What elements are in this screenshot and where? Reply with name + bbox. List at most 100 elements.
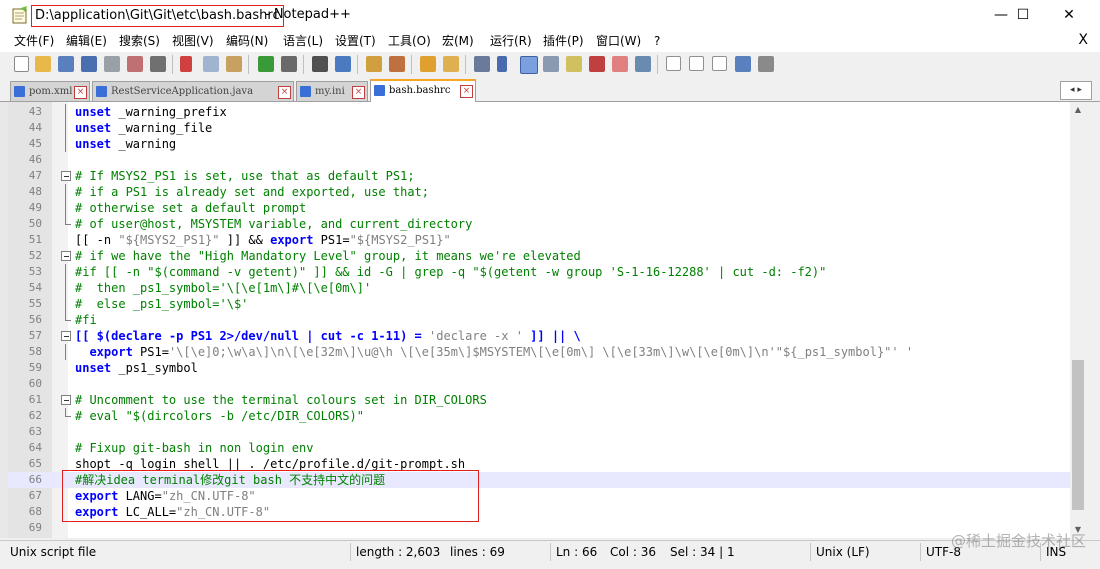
code-line[interactable]: 46 — [8, 152, 1070, 168]
menu-macro[interactable]: 宏(M) — [442, 33, 474, 49]
save-all-icon[interactable] — [81, 56, 97, 72]
print-icon[interactable] — [150, 56, 166, 72]
code-token: export — [270, 233, 314, 247]
code-line[interactable]: 65 shopt -q login_shell || . /etc/profile… — [8, 456, 1070, 472]
redo-icon[interactable] — [281, 56, 297, 72]
maximize-button[interactable]: ☐ — [1000, 0, 1046, 30]
menu-file[interactable]: 文件(F) — [14, 33, 54, 49]
code-line[interactable]: 63 — [8, 424, 1070, 440]
menu-encoding[interactable]: 编码(N) — [226, 33, 268, 49]
monitoring-icon[interactable] — [635, 56, 651, 72]
folder-as-workspace-icon[interactable] — [612, 56, 628, 72]
tab-rest-service-application[interactable]: RestServiceApplication.java × — [92, 81, 294, 101]
code-line[interactable]: 57 [[ $(declare -p PS1 2>/dev/null | cut … — [8, 328, 1070, 344]
fold-collapse-icon[interactable] — [61, 328, 71, 344]
code-line[interactable]: 51 [[ -n "${MSYS2_PS1}" ]] && export PS1=… — [8, 232, 1070, 248]
doc-map-icon[interactable] — [566, 56, 582, 72]
code-line[interactable]: 44 unset _warning_file — [8, 120, 1070, 136]
save-macro-icon[interactable] — [758, 56, 774, 72]
scrollbar-thumb[interactable] — [1072, 360, 1084, 510]
code-line[interactable]: 49 # otherwise set a default prompt — [8, 200, 1070, 216]
fold-line-marker — [61, 344, 71, 360]
line-number: 56 — [28, 313, 42, 326]
word-wrap-icon[interactable] — [474, 56, 490, 72]
menu-plugins[interactable]: 插件(P) — [543, 33, 584, 49]
menu-run[interactable]: 运行(R) — [490, 33, 532, 49]
menu-settings[interactable]: 设置(T) — [335, 33, 376, 49]
code-line[interactable]: 55 # else _ps1_symbol='\$' — [8, 296, 1070, 312]
code-line[interactable]: 64 # Fixup git-bash in non login env — [8, 440, 1070, 456]
tab-pom-xml[interactable]: pom.xml × — [10, 81, 90, 101]
code-token: "${MSYS2_PS1}" — [118, 233, 220, 247]
close-button[interactable]: ✕ — [1046, 0, 1092, 30]
code-line[interactable]: 48 # if a PS1 is already set and exported… — [8, 184, 1070, 200]
code-line[interactable]: 60 — [8, 376, 1070, 392]
code-line[interactable]: 47 # If MSYS2_PS1 is set, use that as def… — [8, 168, 1070, 184]
tab-close-icon[interactable]: × — [352, 86, 365, 99]
zoom-out-icon[interactable] — [389, 56, 405, 72]
menu-help[interactable]: ? — [654, 33, 660, 49]
code-line[interactable]: 59 unset _ps1_symbol — [8, 360, 1070, 376]
udl-icon[interactable] — [543, 56, 559, 72]
code-line[interactable]: 67 export LANG="zh_CN.UTF-8" — [8, 488, 1070, 504]
indent-guide-icon[interactable] — [520, 56, 538, 74]
line-text: #if [[ -n "$(command -v getent)" ]] && i… — [75, 264, 826, 280]
stop-macro-icon[interactable] — [689, 56, 704, 71]
play-macro-icon[interactable] — [712, 56, 727, 71]
find-icon[interactable] — [312, 56, 328, 72]
menu-language[interactable]: 语言(L) — [283, 33, 323, 49]
paste-icon[interactable] — [226, 56, 242, 72]
code-line[interactable]: 53 #if [[ -n "$(command -v getent)" ]] &&… — [8, 264, 1070, 280]
code-line[interactable]: 54 # then _ps1_symbol='\[\e[1m\]#\[\e[0m\… — [8, 280, 1070, 296]
menu-edit[interactable]: 编辑(E) — [66, 33, 107, 49]
code-line[interactable]: 66 #解决idea terminal修改git bash 不支持中文的问题 — [8, 472, 1070, 488]
cut-icon[interactable] — [180, 56, 192, 72]
tab-my-ini[interactable]: my.ini × — [296, 81, 368, 101]
open-file-icon[interactable] — [35, 56, 51, 72]
menu-view[interactable]: 视图(V) — [172, 33, 214, 49]
run-macro-multiple-icon[interactable] — [735, 56, 751, 72]
copy-icon[interactable] — [203, 56, 219, 72]
replace-icon[interactable] — [335, 56, 351, 72]
vertical-scrollbar[interactable]: ▲ ▼ — [1070, 102, 1086, 538]
code-line[interactable]: 69 — [8, 520, 1070, 536]
show-all-characters-icon[interactable] — [497, 56, 507, 72]
code-line[interactable]: 43 unset _warning_prefix — [8, 104, 1070, 120]
fold-collapse-icon[interactable] — [61, 168, 71, 184]
line-text: # otherwise set a default prompt — [75, 200, 306, 216]
tab-bash-bashrc[interactable]: bash.bashrc × — [370, 79, 476, 103]
tab-scroll-arrows[interactable]: ◂ ▸ — [1060, 81, 1092, 100]
undo-icon[interactable] — [258, 56, 274, 72]
tab-close-icon[interactable]: × — [278, 86, 291, 99]
tab-close-icon[interactable]: × — [460, 85, 473, 98]
save-icon[interactable] — [58, 56, 74, 72]
code-line[interactable]: 68 export LC_ALL="zh_CN.UTF-8" — [8, 504, 1070, 520]
menu-search[interactable]: 搜索(S) — [119, 33, 160, 49]
tab-close-icon[interactable]: × — [74, 86, 87, 99]
code-line[interactable]: 52 # if we have the "High Mandatory Level… — [8, 248, 1070, 264]
code-line[interactable]: 56 #fi — [8, 312, 1070, 328]
function-list-icon[interactable] — [589, 56, 605, 72]
zoom-in-icon[interactable] — [366, 56, 382, 72]
sync-horizontal-icon[interactable] — [443, 56, 459, 72]
menu-window[interactable]: 窗口(W) — [596, 33, 641, 49]
close-document-icon[interactable]: X — [1078, 32, 1088, 48]
code-line[interactable]: 50 # of user@host, MSYSTEM variable, and … — [8, 216, 1070, 232]
record-macro-icon[interactable] — [666, 56, 681, 71]
editor-area[interactable]: 43 unset _warning_prefix 44 unset _warning_… — [8, 102, 1086, 538]
code-line[interactable]: 61 # Uncomment to use the terminal colour… — [8, 392, 1070, 408]
close-all-icon[interactable] — [127, 56, 143, 72]
line-text: export LC_ALL="zh_CN.UTF-8" — [75, 504, 270, 520]
fold-collapse-icon[interactable] — [61, 248, 71, 264]
sync-vertical-icon[interactable] — [420, 56, 436, 72]
code-line[interactable]: 58 export PS1='\[\e]0;\w\a\]\n\[\e[32m\]… — [8, 344, 1070, 360]
close-file-icon[interactable] — [104, 56, 120, 72]
menu-tools[interactable]: 工具(O) — [388, 33, 431, 49]
code-line[interactable]: 45 unset _warning — [8, 136, 1070, 152]
toolbar-separator — [465, 55, 466, 74]
new-file-icon[interactable] — [14, 56, 29, 72]
code-line[interactable]: 62 # eval "$(dircolors -b /etc/DIR_COLORS… — [8, 408, 1070, 424]
scroll-up-icon[interactable]: ▲ — [1070, 102, 1086, 118]
fold-collapse-icon[interactable] — [61, 392, 71, 408]
